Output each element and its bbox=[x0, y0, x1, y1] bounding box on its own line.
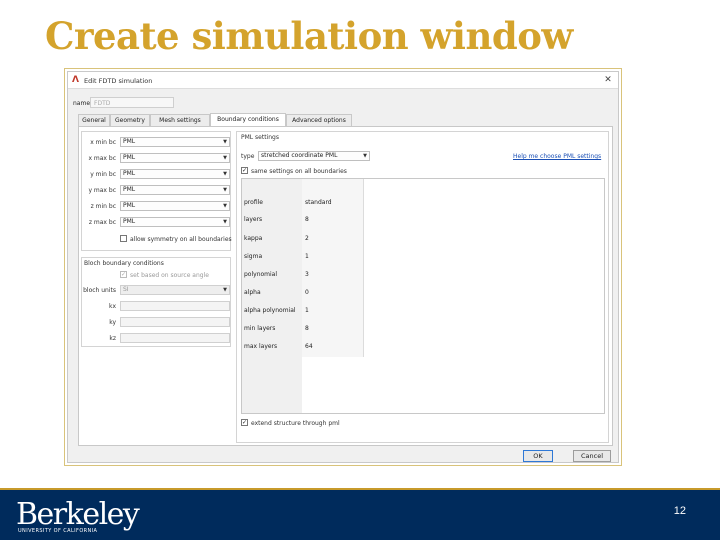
dropdown-arrow-icon: ▼ bbox=[223, 155, 227, 161]
combo-value: PML bbox=[123, 154, 136, 161]
help-choose-pml-link[interactable]: Help me choose PML settings bbox=[513, 153, 601, 160]
combo-value: PML bbox=[123, 186, 136, 193]
boundary-group: x min bc PML ▼ x max bc PML ▼ y min bc PML… bbox=[81, 131, 232, 251]
pml-type-select[interactable]: stretched coordinate PML ▼ bbox=[258, 151, 370, 161]
same-settings-checkbox[interactable]: ✓ bbox=[241, 167, 248, 174]
boundary-label: y max bc bbox=[88, 187, 116, 194]
tab-mesh-settings[interactable]: Mesh settings bbox=[150, 114, 210, 126]
ok-button[interactable]: OK bbox=[523, 450, 553, 462]
dropdown-arrow-icon: ▼ bbox=[223, 139, 227, 145]
row-value[interactable]: 3 bbox=[305, 271, 309, 278]
set-based-on-source-checkbox[interactable]: ✓ bbox=[120, 271, 127, 278]
allow-symmetry-checkbox[interactable] bbox=[120, 235, 127, 242]
ky-field[interactable] bbox=[120, 317, 230, 327]
row-name: max layers bbox=[244, 343, 278, 350]
pml-parameters-table: profile standard layers 8 kappa 2 sigma … bbox=[241, 178, 605, 414]
name-input[interactable]: FDTD bbox=[90, 97, 174, 108]
boundary-label: x max bc bbox=[88, 155, 116, 162]
screenshot-frame: Λ Edit FDTD simulation ✕ name FDTD Gener… bbox=[64, 68, 622, 466]
row-name: profile bbox=[244, 199, 263, 206]
kz-field[interactable] bbox=[120, 333, 230, 343]
extend-structure-checkbox[interactable]: ✓ bbox=[241, 419, 248, 426]
row-value[interactable]: 0 bbox=[305, 289, 309, 296]
z-min-bc-select[interactable]: PML ▼ bbox=[120, 201, 230, 211]
pml-type-label: type bbox=[241, 153, 255, 160]
tab-general[interactable]: General bbox=[78, 114, 110, 126]
pml-settings-group: PML settings type stretched coordinate P… bbox=[236, 131, 609, 443]
window-title: Edit FDTD simulation bbox=[84, 77, 153, 85]
dropdown-arrow-icon: ▼ bbox=[223, 171, 227, 177]
row-name: layers bbox=[244, 216, 263, 223]
combo-value: PML bbox=[123, 170, 136, 177]
boundary-label: x min bc bbox=[90, 139, 116, 146]
row-name: min layers bbox=[244, 325, 276, 332]
x-min-bc-select[interactable]: PML ▼ bbox=[120, 137, 230, 147]
set-based-on-source-label: set based on source angle bbox=[130, 272, 209, 279]
dropdown-arrow-icon: ▼ bbox=[223, 287, 227, 293]
combo-value: stretched coordinate PML bbox=[261, 152, 338, 159]
row-value[interactable]: 8 bbox=[305, 216, 309, 223]
cancel-button[interactable]: Cancel bbox=[573, 450, 611, 462]
boundary-conditions-panel: x min bc PML ▼ x max bc PML ▼ y min bc PML… bbox=[78, 126, 613, 446]
y-min-bc-select[interactable]: PML ▼ bbox=[120, 169, 230, 179]
y-max-bc-select[interactable]: PML ▼ bbox=[120, 185, 230, 195]
row-name: kappa bbox=[244, 235, 263, 242]
combo-value: PML bbox=[123, 202, 136, 209]
row-value[interactable]: 8 bbox=[305, 325, 309, 332]
row-value[interactable]: 1 bbox=[305, 307, 309, 314]
allow-symmetry-label: allow symmetry on all boundaries bbox=[130, 236, 232, 243]
row-header-column bbox=[242, 179, 302, 413]
boundary-label: z min bc bbox=[90, 203, 116, 210]
combo-value: SI bbox=[123, 286, 129, 293]
pml-settings-title: PML settings bbox=[241, 134, 279, 141]
dropdown-arrow-icon: ▼ bbox=[223, 203, 227, 209]
z-max-bc-select[interactable]: PML ▼ bbox=[120, 217, 230, 227]
row-name: sigma bbox=[244, 253, 263, 260]
boundary-label: z max bc bbox=[88, 219, 116, 226]
row-value[interactable]: standard bbox=[305, 199, 332, 206]
row-name: alpha polynomial bbox=[244, 307, 296, 314]
combo-value: PML bbox=[123, 218, 136, 225]
kx-field[interactable] bbox=[120, 301, 230, 311]
lumerical-app-icon: Λ bbox=[72, 75, 79, 85]
kz-label: kz bbox=[109, 335, 116, 342]
bloch-group-title: Bloch boundary conditions bbox=[84, 260, 164, 267]
ky-label: ky bbox=[109, 319, 116, 326]
close-icon[interactable]: ✕ bbox=[602, 74, 614, 86]
title-bar: Λ Edit FDTD simulation ✕ bbox=[68, 72, 618, 89]
dropdown-arrow-icon: ▼ bbox=[223, 187, 227, 193]
extend-structure-label: extend structure through pml bbox=[251, 420, 340, 427]
tab-boundary-conditions[interactable]: Boundary conditions bbox=[210, 113, 286, 126]
tab-advanced-options[interactable]: Advanced options bbox=[286, 114, 352, 126]
berkeley-logo: Berkeley bbox=[16, 497, 140, 532]
row-name: alpha bbox=[244, 289, 261, 296]
page-number: 12 bbox=[673, 505, 686, 517]
row-value[interactable]: 2 bbox=[305, 235, 309, 242]
bloch-group: Bloch boundary conditions ✓ set based on… bbox=[81, 257, 231, 347]
same-settings-label: same settings on all boundaries bbox=[251, 168, 347, 175]
name-label: name bbox=[73, 100, 91, 107]
bloch-units-select[interactable]: SI ▼ bbox=[120, 285, 230, 295]
kx-label: kx bbox=[108, 303, 116, 310]
row-value[interactable]: 64 bbox=[305, 343, 313, 350]
slide-title: Create simulation window bbox=[45, 14, 573, 58]
edit-simulation-dialog: Λ Edit FDTD simulation ✕ name FDTD Gener… bbox=[67, 71, 619, 463]
berkeley-logo-subtitle: UNIVERSITY OF CALIFORNIA bbox=[18, 528, 98, 534]
tab-geometry[interactable]: Geometry bbox=[110, 114, 150, 126]
dropdown-arrow-icon: ▼ bbox=[223, 219, 227, 225]
bloch-units-label: bloch units bbox=[83, 287, 116, 294]
boundary-label: y min bc bbox=[90, 171, 116, 178]
x-max-bc-select[interactable]: PML ▼ bbox=[120, 153, 230, 163]
dropdown-arrow-icon: ▼ bbox=[363, 153, 367, 159]
combo-value: PML bbox=[123, 138, 136, 145]
row-value[interactable]: 1 bbox=[305, 253, 309, 260]
row-name: polynomial bbox=[244, 271, 278, 278]
